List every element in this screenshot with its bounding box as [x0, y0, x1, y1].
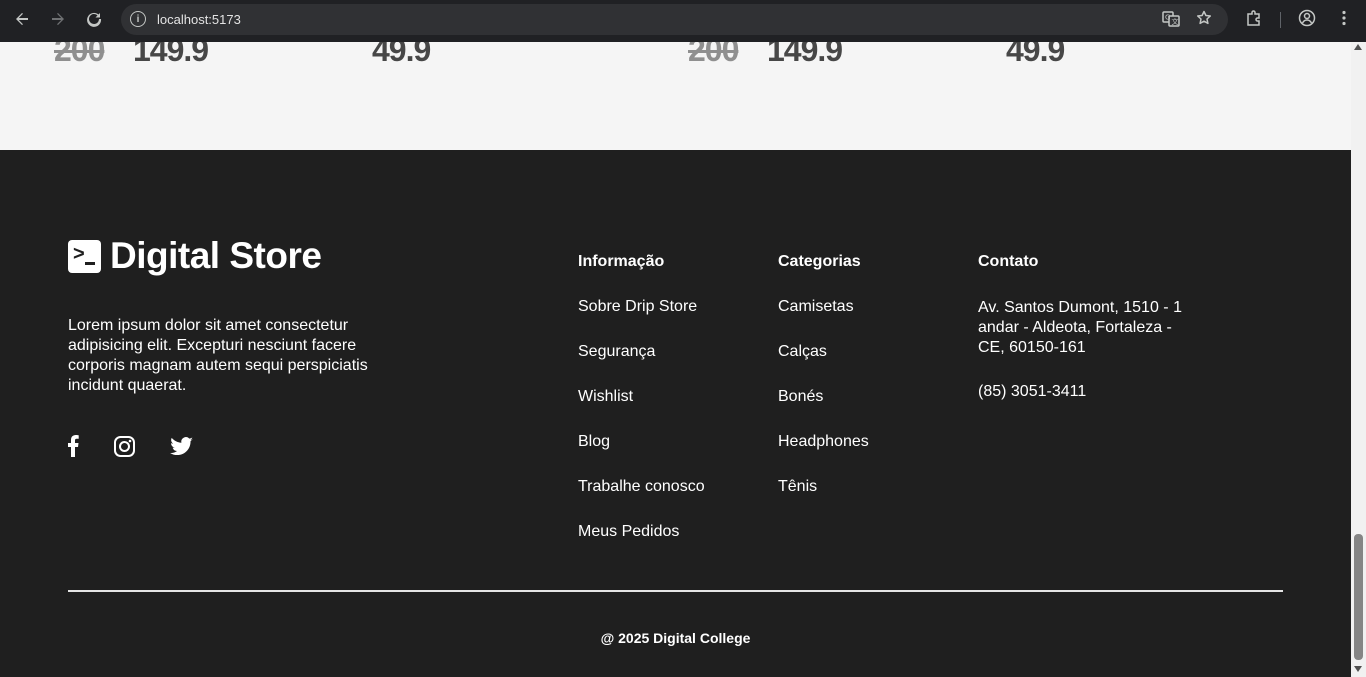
instagram-icon[interactable]: [113, 435, 135, 457]
category-link[interactable]: Headphones: [778, 433, 869, 453]
svg-text:G: G: [1165, 14, 1170, 22]
reload-button[interactable]: [81, 6, 107, 32]
reload-icon: [87, 12, 102, 27]
info-column: Informação Sobre Drip Store Segurança Wi…: [578, 253, 705, 543]
product-price: 149.9: [767, 42, 843, 68]
page-scrollbar[interactable]: [1351, 42, 1366, 677]
category-link[interactable]: Tênis: [778, 478, 869, 498]
facebook-icon[interactable]: [66, 435, 80, 457]
arrow-right-icon: [52, 13, 64, 25]
old-price: 200: [688, 42, 739, 68]
scroll-down-arrow-icon[interactable]: [1354, 666, 1362, 672]
toolbar-separator: [1280, 12, 1281, 28]
product-price: 49.9: [1006, 42, 1065, 68]
product-strip: 200 149.9 49.9 200 149.9 49.9: [0, 42, 1351, 150]
footer-link[interactable]: Meus Pedidos: [578, 523, 705, 543]
contact-phone: (85) 3051-3411: [978, 383, 1087, 400]
terminal-icon: >: [68, 239, 101, 273]
old-price: 200: [54, 42, 105, 68]
back-button[interactable]: [9, 6, 35, 32]
contact-address: Av. Santos Dumont, 1510 - 1 andar - Alde…: [978, 299, 1182, 356]
footer-link[interactable]: Sobre Drip Store: [578, 298, 705, 318]
copyright-text: @ 2025 Digital College: [600, 630, 751, 646]
kebab-menu-icon[interactable]: [1333, 9, 1355, 32]
svg-text:文: 文: [1172, 17, 1179, 26]
url-text[interactable]: localhost:5173: [157, 12, 241, 27]
info-icon[interactable]: i: [130, 11, 146, 27]
footer-link[interactable]: Wishlist: [578, 388, 705, 408]
footer-description: Lorem ipsum dolor sit amet consectetur a…: [68, 317, 368, 394]
address-bar[interactable]: i localhost:5173 文G: [121, 4, 1228, 35]
info-title: Informação: [578, 253, 665, 270]
footer-divider: [68, 590, 1283, 592]
puzzle-icon[interactable]: [1243, 9, 1265, 32]
category-link[interactable]: Calças: [778, 343, 869, 363]
scroll-thumb[interactable]: [1354, 534, 1363, 660]
product-price: 149.9: [133, 42, 209, 68]
categories-column: Categorias Camisetas Calças Bonés Headph…: [778, 253, 869, 498]
browser-toolbar: i localhost:5173 文G: [0, 0, 1366, 42]
category-link[interactable]: Camisetas: [778, 298, 869, 318]
brand-name: Digital Store: [110, 235, 322, 276]
footer-link[interactable]: Segurança: [578, 343, 705, 363]
translate-icon[interactable]: 文G: [1161, 10, 1181, 32]
forward-button[interactable]: [45, 6, 71, 32]
footer-link[interactable]: Trabalhe conosco: [578, 478, 705, 498]
footer-link[interactable]: Blog: [578, 433, 705, 453]
arrow-left-icon: [16, 13, 28, 25]
contact-title: Contato: [978, 253, 1039, 270]
twitter-icon[interactable]: [169, 435, 193, 457]
star-icon[interactable]: [1194, 10, 1214, 30]
scroll-up-arrow-icon[interactable]: [1354, 44, 1362, 50]
brand-logo[interactable]: > Digital Store: [68, 235, 322, 277]
product-price: 49.9: [372, 42, 431, 68]
contact-column: Contato Av. Santos Dumont, 1510 - 1 anda…: [978, 253, 1188, 401]
footer: > Digital Store Lorem ipsum dolor sit am…: [0, 150, 1351, 677]
category-link[interactable]: Bonés: [778, 388, 869, 408]
categories-title: Categorias: [778, 253, 861, 270]
profile-icon[interactable]: [1296, 9, 1318, 32]
